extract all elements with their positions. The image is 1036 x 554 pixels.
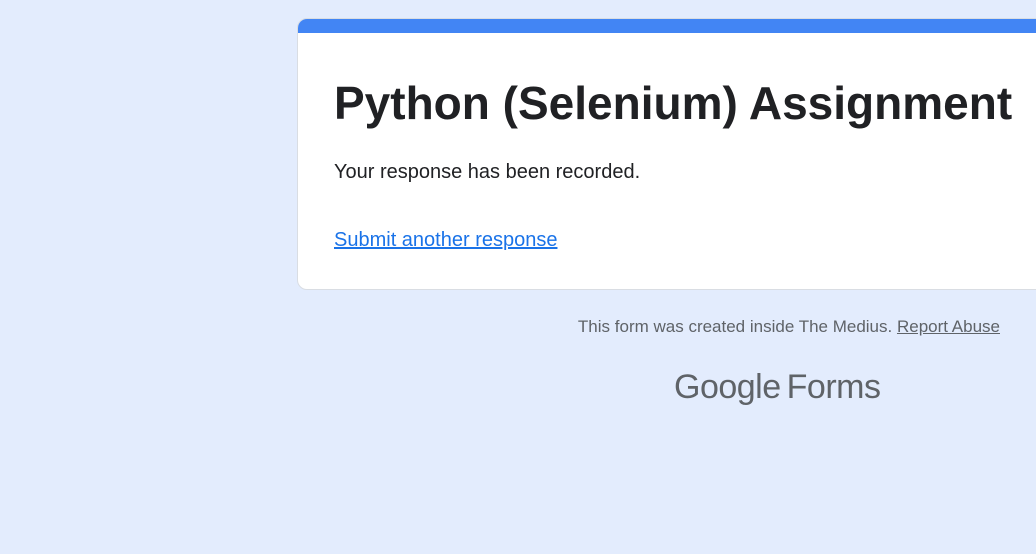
page: Python (Selenium) Assignment Your respon… [0, 0, 1036, 554]
confirmation-card: Python (Selenium) Assignment Your respon… [297, 18, 1036, 290]
logo-google-text: Google [674, 368, 781, 406]
report-abuse-link[interactable]: Report Abuse [897, 317, 1000, 336]
google-forms-logo[interactable]: Google Forms [674, 368, 881, 407]
form-created-text: This form was created inside The Medius. [577, 317, 893, 336]
confirmation-message: Your response has been recorded. [334, 161, 641, 183]
logo-forms-text: Forms [786, 368, 881, 406]
form-title: Python (Selenium) Assignment [334, 77, 1013, 129]
card-accent-bar [298, 19, 1036, 33]
footer-note: This form was created inside The Medius.… [578, 317, 1000, 337]
submit-another-response-link[interactable]: Submit another response [334, 229, 557, 252]
